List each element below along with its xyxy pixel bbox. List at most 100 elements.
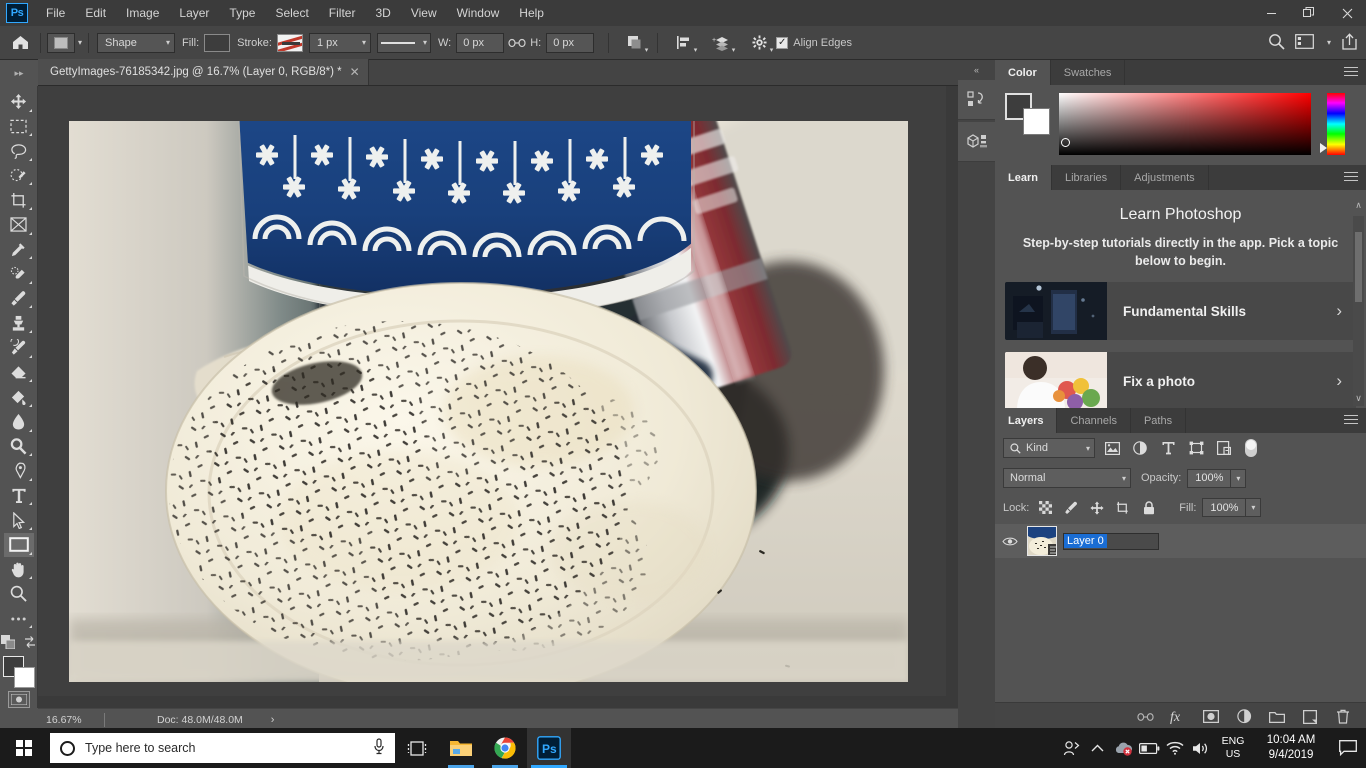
document-image[interactable]	[69, 121, 908, 682]
height-input[interactable]: 0 px	[546, 32, 595, 53]
lock-all-icon[interactable]	[1139, 499, 1159, 517]
layer-visibility-icon[interactable]	[999, 536, 1021, 547]
shape-filter-icon[interactable]	[1185, 438, 1207, 458]
workspace-switcher-icon[interactable]	[1295, 33, 1314, 52]
adjustment-filter-icon[interactable]	[1129, 438, 1151, 458]
microphone-icon[interactable]	[373, 738, 385, 758]
3d-panel-icon[interactable]	[958, 122, 995, 162]
tab-color[interactable]: Color	[995, 60, 1051, 85]
start-button[interactable]	[0, 728, 48, 768]
volume-icon[interactable]	[1188, 728, 1214, 768]
hand-tool[interactable]	[4, 558, 34, 582]
pixel-filter-icon[interactable]	[1101, 438, 1123, 458]
learn-card-fix-a-photo[interactable]: Fix a photo ›	[1005, 352, 1356, 408]
blur-tool[interactable]	[4, 410, 34, 434]
shape-mode-select[interactable]: Shape ▾	[97, 32, 176, 53]
minimize-button[interactable]	[1252, 0, 1290, 26]
layer-thumbnail[interactable]	[1027, 526, 1057, 556]
menu-select[interactable]: Select	[265, 2, 318, 24]
lock-artboard-icon[interactable]	[1113, 499, 1133, 517]
tab-swatches[interactable]: Swatches	[1050, 60, 1126, 85]
menu-file[interactable]: File	[36, 2, 75, 24]
dodge-tool[interactable]	[4, 435, 34, 459]
panel-collapse-arrows[interactable]: ▸▸	[0, 60, 38, 86]
move-tool[interactable]	[4, 90, 34, 114]
taskbar-search-box[interactable]: Type here to search	[50, 733, 395, 763]
filter-enable-toggle[interactable]	[1245, 439, 1257, 457]
eyedropper-tool[interactable]	[4, 238, 34, 262]
quick-selection-tool[interactable]	[4, 164, 34, 188]
canvas-horizontal-scrollbar[interactable]	[38, 696, 958, 708]
people-icon[interactable]	[1058, 728, 1084, 768]
clock[interactable]: 10:04 AM 9/4/2019	[1252, 728, 1330, 768]
link-icon[interactable]	[504, 31, 530, 55]
menu-3d[interactable]: 3D	[365, 2, 400, 24]
blend-mode-select[interactable]: Normal ▾	[1003, 468, 1131, 488]
chrome-icon[interactable]	[483, 728, 527, 768]
task-view-icon[interactable]	[395, 728, 439, 768]
chevron-down-icon[interactable]: ▾	[78, 38, 82, 47]
path-operations-icon[interactable]: ▾	[621, 31, 648, 55]
onedrive-error-icon[interactable]	[1110, 728, 1136, 768]
history-panel-icon[interactable]	[958, 80, 995, 120]
menu-image[interactable]: Image	[116, 2, 169, 24]
document-tab[interactable]: GettyImages-76185342.jpg @ 16.7% (Layer …	[38, 59, 369, 85]
share-icon[interactable]	[1341, 32, 1358, 53]
spot-healing-brush-tool[interactable]	[4, 262, 34, 286]
width-input[interactable]: 0 px	[456, 32, 505, 53]
new-group-icon[interactable]	[1268, 708, 1286, 726]
gradient-tool[interactable]	[4, 385, 34, 409]
fill-input[interactable]: 100%	[1202, 498, 1247, 517]
layers-list[interactable]: Layer 0	[995, 522, 1366, 702]
opacity-input[interactable]: 100%	[1187, 468, 1232, 488]
gear-icon[interactable]: ▾	[746, 31, 773, 55]
panel-menu-icon[interactable]	[1344, 165, 1358, 190]
learn-card-fundamental-skills[interactable]: Fundamental Skills ›	[1005, 282, 1356, 341]
scroll-up-icon[interactable]: ∧	[1354, 200, 1363, 211]
panel-menu-icon[interactable]	[1344, 60, 1358, 85]
zoom-level[interactable]: 16.67%	[38, 714, 104, 726]
show-hidden-icons-chevron[interactable]	[1084, 728, 1110, 768]
expand-panels-icon[interactable]: «	[958, 60, 995, 80]
layer-mask-icon[interactable]	[1202, 708, 1220, 726]
menu-window[interactable]: Window	[447, 2, 510, 24]
tab-libraries[interactable]: Libraries	[1051, 165, 1122, 190]
chevron-down-icon[interactable]: ▾	[1327, 38, 1331, 47]
rectangular-marquee-tool[interactable]	[4, 115, 34, 139]
menu-help[interactable]: Help	[509, 2, 554, 24]
wifi-icon[interactable]	[1162, 728, 1188, 768]
photoshop-icon[interactable]: Ps	[527, 728, 571, 768]
type-filter-icon[interactable]	[1157, 438, 1179, 458]
rectangle-tool[interactable]	[3, 532, 34, 557]
crop-tool[interactable]	[4, 188, 34, 212]
stroke-width-select[interactable]: 1 px ▾	[308, 32, 371, 53]
adjustment-layer-icon[interactable]	[1235, 708, 1253, 726]
scrollbar-thumb[interactable]	[1355, 232, 1362, 302]
home-icon[interactable]	[6, 31, 34, 55]
search-icon[interactable]	[1268, 33, 1285, 53]
color-spectrum-field[interactable]	[1059, 93, 1311, 155]
menu-view[interactable]: View	[401, 2, 447, 24]
swap-colors-icon[interactable]	[23, 635, 37, 652]
brush-tool[interactable]	[4, 287, 34, 311]
delete-layer-icon[interactable]	[1334, 708, 1352, 726]
history-brush-tool[interactable]	[4, 336, 34, 360]
fill-stepper[interactable]: ▾	[1246, 498, 1262, 517]
menu-filter[interactable]: Filter	[319, 2, 366, 24]
opacity-stepper[interactable]: ▾	[1231, 468, 1247, 488]
lock-image-pixels-icon[interactable]	[1061, 499, 1081, 517]
canvas-area[interactable]	[38, 86, 958, 708]
tool-preset-picker[interactable]	[47, 32, 75, 53]
action-center-icon[interactable]	[1330, 728, 1366, 768]
battery-icon[interactable]	[1136, 728, 1162, 768]
pen-tool[interactable]	[4, 459, 34, 483]
path-alignment-icon[interactable]: ▾	[670, 31, 697, 55]
lock-transparent-pixels-icon[interactable]	[1035, 499, 1055, 517]
hue-slider-handle[interactable]	[1320, 143, 1327, 153]
menu-layer[interactable]: Layer	[169, 2, 219, 24]
color-panel-chips[interactable]	[1005, 93, 1050, 135]
default-colors-icon[interactable]	[0, 635, 15, 652]
maximize-restore-button[interactable]	[1290, 0, 1328, 26]
close-icon[interactable]: ✕	[350, 65, 360, 79]
eraser-tool[interactable]	[4, 361, 34, 385]
